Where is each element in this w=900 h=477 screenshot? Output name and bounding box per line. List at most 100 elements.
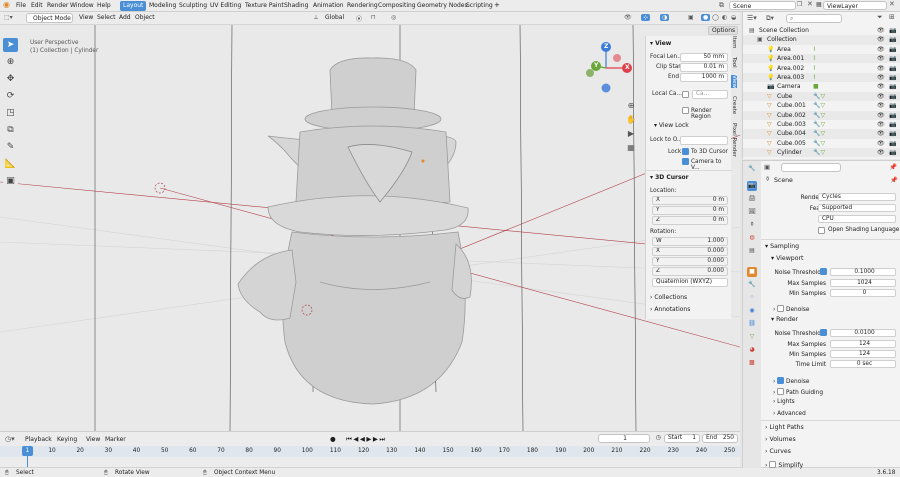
gizmo-toggle-icon[interactable]: ⊹ — [641, 14, 651, 21]
rotate-tool-icon[interactable]: ⟳ — [3, 89, 18, 103]
render-toggle-icon[interactable]: 📷 — [889, 148, 896, 157]
transform-tool-icon[interactable]: ⧉ — [3, 123, 18, 137]
visibility-eye-icon[interactable]: 👁 — [877, 26, 885, 35]
mesh-data-icon[interactable]: 🔧▽ — [813, 120, 825, 129]
lock-to-object-field[interactable] — [680, 136, 728, 145]
simplify-panel-header[interactable]: › Simplify — [765, 460, 803, 469]
zoom-icon[interactable]: ⊕ — [624, 99, 638, 113]
light-paths-panel-header[interactable]: › Light Paths — [765, 424, 804, 431]
render-toggle-icon[interactable]: 📷 — [889, 92, 896, 101]
outliner-row[interactable]: 💡 Area.001 ⌇ 👁 📷 — [743, 54, 900, 64]
render-toggle-icon[interactable]: 📷 — [889, 129, 896, 138]
overlays-toggle-icon[interactable]: ◑ — [660, 14, 670, 21]
orientation-selector[interactable]: Global — [325, 14, 344, 21]
filter-icon[interactable]: ⏷ — [877, 13, 883, 22]
workspace-tab-compositing[interactable]: Compositing — [375, 1, 419, 11]
path-guiding-header[interactable]: › Path Guiding — [773, 387, 823, 396]
visibility-eye-icon[interactable]: 👁 — [877, 73, 885, 82]
render-toggle-icon[interactable]: 📷 — [889, 26, 896, 35]
local-camera-field[interactable]: Ca... — [692, 90, 728, 99]
r-noise-threshold-field[interactable]: 0.0100 — [830, 329, 896, 337]
shading-solid-icon[interactable]: ● — [701, 14, 711, 21]
r-denoise-checkbox[interactable] — [777, 377, 785, 384]
sidebar-tab-create[interactable]: Create — [731, 96, 737, 114]
clip-end-field[interactable]: 1000 m — [680, 73, 728, 82]
vp-denoise-checkbox[interactable] — [777, 305, 785, 312]
tool-properties-icon[interactable]: 🔧 — [747, 164, 757, 174]
timeline-menu-marker[interactable]: Marker — [105, 436, 126, 443]
render-toggle-icon[interactable]: 📷 — [889, 111, 896, 120]
vp-min-samples-field[interactable]: 0 — [830, 289, 896, 297]
menu-edit[interactable]: Edit — [31, 2, 43, 9]
render-toggle-icon[interactable]: 📷 — [889, 64, 896, 73]
mode-selector[interactable]: Object Mode — [26, 13, 73, 23]
menu-window[interactable]: Window — [70, 2, 94, 9]
remove-view-layer-icon[interactable]: ✕ — [889, 0, 895, 8]
viewport-menu-select[interactable]: Select — [97, 14, 116, 21]
new-collection-icon[interactable]: ⊞ — [889, 13, 895, 21]
lock-to-3d-cursor-checkbox[interactable] — [682, 148, 689, 155]
loc-x-field[interactable]: 0 m — [652, 196, 728, 205]
r-noise-threshold-checkbox[interactable] — [820, 329, 827, 336]
workspace-tab-uv-editing[interactable]: UV Editing — [207, 1, 244, 11]
workspace-tab-modeling[interactable]: Modeling — [146, 1, 179, 11]
mesh-data-icon[interactable]: 🔧▽ — [813, 101, 825, 110]
outliner-row[interactable]: ▤ Scene Collection 👁 📷 — [743, 26, 900, 35]
start-frame-field[interactable]: Start 1 — [664, 434, 700, 443]
move-tool-icon[interactable]: ✥ — [3, 72, 18, 86]
render-toggle-icon[interactable]: 📷 — [889, 45, 896, 54]
texture-properties-icon[interactable]: ▩ — [747, 358, 757, 368]
navigation-gizmo[interactable]: Z X Y — [582, 42, 638, 98]
visibility-eye-icon[interactable]: 👁 — [877, 120, 885, 129]
workspace-tab-sculpting[interactable]: Sculpting — [176, 1, 210, 11]
rotation-mode-selector[interactable]: Quaternion (WXYZ) — [652, 278, 728, 287]
render-toggle-icon[interactable]: 📷 — [889, 73, 896, 82]
outliner-row[interactable]: ▽ Cube 🔧▽ 👁 📷 — [743, 91, 900, 101]
blender-logo-icon[interactable]: ◉ — [3, 0, 10, 9]
visibility-eye-icon[interactable]: 👁 — [877, 148, 885, 157]
select-box-icon[interactable]: ➤ — [3, 38, 18, 52]
workspace-tab-animation[interactable]: Animation — [310, 1, 347, 11]
add-workspace-icon[interactable]: + — [494, 1, 500, 9]
visibility-eye-icon[interactable]: 👁 — [877, 129, 885, 138]
focal-length-field[interactable]: 50 mm — [680, 53, 728, 62]
record-icon[interactable]: ● — [330, 435, 336, 443]
rot-x-field[interactable]: 0.000 — [652, 247, 728, 256]
light-data-icon[interactable]: ⌇ — [813, 54, 816, 63]
viewport-subpanel-header[interactable]: ▾ Viewport — [771, 255, 803, 262]
visibility-eye-icon[interactable]: 👁 — [877, 92, 885, 101]
xray-icon[interactable]: ▣ — [688, 14, 694, 21]
output-properties-icon[interactable]: 🖨 — [747, 194, 757, 204]
annotations-panel-title[interactable]: › Annotations — [650, 306, 690, 313]
viewport-menu-add[interactable]: Add — [119, 14, 131, 21]
object-properties-icon[interactable]: ■ — [747, 267, 757, 277]
osl-checkbox[interactable] — [818, 227, 825, 234]
visibility-eye-icon[interactable]: 👁 — [877, 35, 885, 44]
render-properties-icon[interactable]: 📷 — [747, 181, 757, 191]
outliner-row[interactable]: 💡 Area.002 ⌇ 👁 📷 — [743, 64, 900, 73]
visibility-icon[interactable]: 👁 — [624, 14, 632, 21]
visibility-eye-icon[interactable]: 👁 — [877, 139, 885, 148]
sampling-panel-header[interactable]: ▾ Sampling — [765, 243, 799, 250]
annotate-tool-icon[interactable]: ✎ — [3, 140, 18, 154]
outliner-row[interactable]: 💡 Area.003 ⌇ 👁 📷 — [743, 73, 900, 83]
workspace-tab-scripting[interactable]: Scripting — [463, 1, 496, 11]
render-toggle-icon[interactable]: 📷 — [889, 101, 896, 110]
scene-properties-icon[interactable]: ⚱ — [747, 220, 757, 230]
properties-search-input[interactable] — [781, 163, 841, 172]
rot-z-field[interactable]: 0.000 — [652, 267, 728, 276]
feature-set-selector[interactable]: Supported — [818, 204, 896, 212]
timeline-menu-playback[interactable]: Playback — [25, 436, 52, 443]
collections-panel-title[interactable]: › Collections — [650, 294, 687, 301]
visibility-eye-icon[interactable]: 👁 — [877, 54, 885, 63]
camera-data-icon[interactable]: ■ — [813, 82, 819, 91]
path-guiding-checkbox[interactable] — [777, 388, 785, 395]
constraints-properties-icon[interactable]: ⛓ — [747, 319, 757, 329]
render-toggle-icon[interactable]: 📷 — [889, 120, 896, 129]
view-layer-properties-icon[interactable]: 🖼 — [747, 207, 757, 217]
sidebar-tab-item[interactable]: Item — [731, 36, 737, 49]
timeline-editor-icon[interactable]: ◷▾ — [5, 435, 15, 443]
rot-y-field[interactable]: 0.000 — [652, 257, 728, 266]
outliner-search-input[interactable]: ⌕ — [786, 14, 842, 23]
render-region-checkbox[interactable] — [682, 107, 689, 114]
